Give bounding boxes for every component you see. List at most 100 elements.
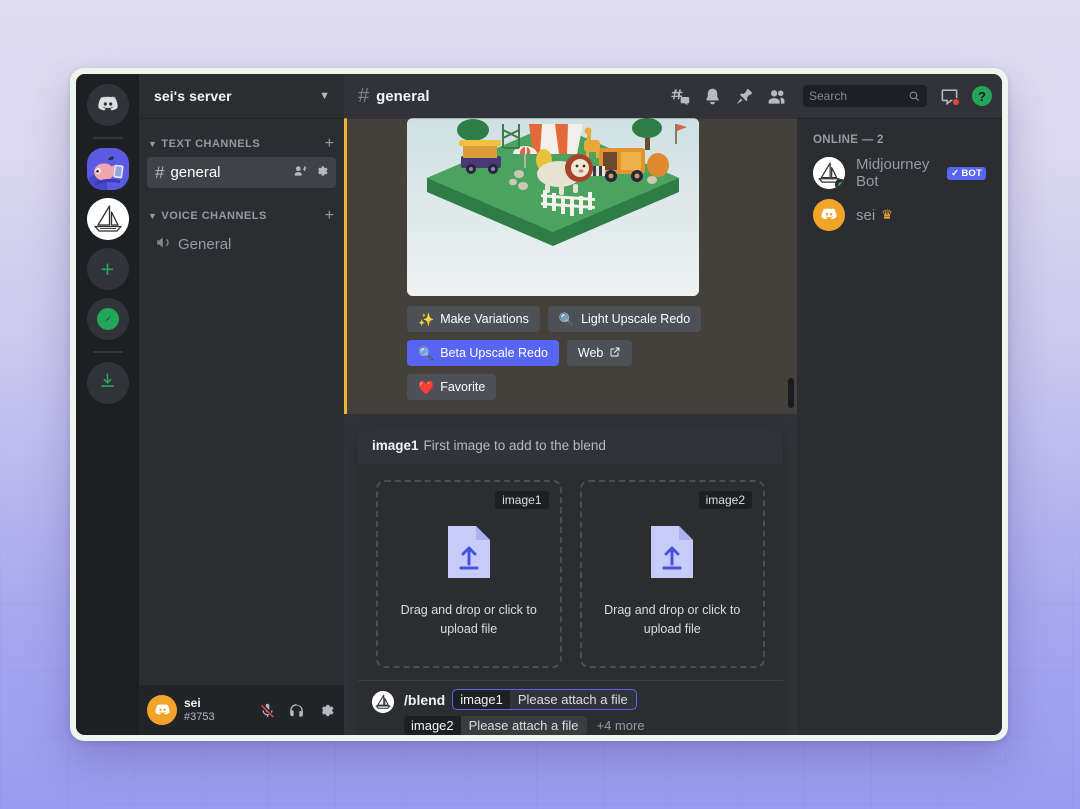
gear-icon xyxy=(317,702,334,719)
user-discriminator: #3753 xyxy=(184,711,247,724)
external-link-icon xyxy=(609,346,621,361)
sparkles-icon: ✨ xyxy=(418,313,434,326)
web-button[interactable]: Web xyxy=(567,340,632,366)
bot-avatar xyxy=(372,691,394,713)
edit-channel-icon[interactable] xyxy=(314,164,328,182)
rail-divider-2 xyxy=(93,351,123,353)
category-spacer xyxy=(139,189,344,204)
beta-upscale-redo-button[interactable]: 🔍 Beta Upscale Redo xyxy=(407,340,559,366)
sidebar-item-server-sei[interactable] xyxy=(87,148,129,190)
search-input[interactable]: Search xyxy=(803,85,927,107)
deafen-button[interactable] xyxy=(283,697,309,723)
avatar[interactable] xyxy=(147,695,177,725)
dropzone-image2[interactable]: image2 Drag and drop or click to upload … xyxy=(580,480,766,668)
topbar-actions: Search ? xyxy=(671,85,992,107)
username: sei xyxy=(184,697,247,711)
upload-dropzones: image1 Drag and drop or click to upload … xyxy=(358,464,783,680)
light-upscale-redo-button[interactable]: 🔍 Light Upscale Redo xyxy=(548,306,701,332)
magnifier-icon: 🔍 xyxy=(418,347,434,360)
midjourney-sailboat-icon xyxy=(87,198,129,240)
message-scrollbar[interactable] xyxy=(787,118,795,735)
scrollbar-thumb[interactable] xyxy=(788,378,794,408)
headphones-icon xyxy=(288,702,305,719)
compass-icon xyxy=(97,308,119,330)
bell-icon xyxy=(703,87,722,106)
search-placeholder: Search xyxy=(809,89,908,103)
channel-list: ▼ TEXT CHANNELS + # general xyxy=(139,118,344,685)
sidebar-item-explore[interactable] xyxy=(87,298,129,340)
user-settings-button[interactable] xyxy=(312,697,338,723)
avatar xyxy=(813,157,845,189)
sidebar-item-download[interactable] xyxy=(87,362,129,404)
create-invite-icon[interactable] xyxy=(293,164,307,182)
discord-logo-icon xyxy=(95,92,121,118)
sidebar-item-home[interactable] xyxy=(87,84,129,126)
dropzone-image1[interactable]: image1 Drag and drop or click to upload … xyxy=(376,480,562,668)
list-item[interactable]: sei ♛ xyxy=(805,194,994,236)
option-key: image2 xyxy=(404,716,461,735)
mute-microphone-button[interactable] xyxy=(254,697,280,723)
hash-icon: # xyxy=(358,85,369,108)
diorama-illustration xyxy=(407,118,699,296)
button-label: Light Upscale Redo xyxy=(581,312,690,326)
app-window-frame: + sei's server ▼ ▼ TEXT CHANNELS + xyxy=(70,68,1008,741)
page-title: general xyxy=(376,88,429,105)
inbox-unread-dot xyxy=(952,98,960,106)
member-list-button[interactable] xyxy=(767,87,786,106)
add-text-channel-button[interactable]: + xyxy=(325,136,334,152)
button-label: Favorite xyxy=(440,380,485,394)
command-suggestion-row[interactable]: /blend image1 Please attach a file image… xyxy=(358,680,783,735)
category-label: VOICE CHANNELS xyxy=(161,210,266,222)
hash-icon: # xyxy=(155,163,164,183)
channel-label: General xyxy=(178,236,328,253)
file-upload-icon xyxy=(649,524,695,585)
channel-title: # general xyxy=(358,85,671,108)
member-list-header: ONLINE — 2 xyxy=(797,134,1002,152)
category-voice-channels[interactable]: ▼ VOICE CHANNELS + xyxy=(139,204,344,228)
chevron-down-icon: ▼ xyxy=(148,139,157,149)
inbox-button[interactable] xyxy=(940,87,959,106)
sidebar-item-server-midjourney[interactable] xyxy=(87,198,129,240)
option-value: Please attach a file xyxy=(461,716,587,735)
threads-button[interactable] xyxy=(671,87,690,106)
command-option-description: image1First image to add to the blend xyxy=(358,427,783,464)
sidebar-item-add-server[interactable]: + xyxy=(87,248,129,290)
heart-icon: ❤️ xyxy=(418,381,434,394)
dropzone-tag: image2 xyxy=(699,491,752,509)
rail-divider xyxy=(93,137,123,139)
command-option-image1[interactable]: image1 Please attach a file xyxy=(453,690,636,709)
server-header-dropdown[interactable]: sei's server ▼ xyxy=(139,74,344,118)
list-item[interactable]: Midjourney Bot ✓BOT xyxy=(805,152,994,194)
sidebar-item-general-text[interactable]: # general xyxy=(147,157,336,188)
threads-icon xyxy=(671,87,690,106)
button-label: Beta Upscale Redo xyxy=(440,346,548,360)
main-content: # general Search xyxy=(344,74,1002,735)
sidebar-item-general-voice[interactable]: General xyxy=(147,229,336,260)
member-name: sei xyxy=(856,207,875,224)
dropzone-tag: image1 xyxy=(495,491,548,509)
help-button[interactable]: ? xyxy=(972,86,992,106)
option-description: First image to add to the blend xyxy=(424,438,606,453)
button-label: Web xyxy=(578,346,603,360)
dropzone-hint: Drag and drop or click to upload file xyxy=(602,601,742,637)
midjourney-action-buttons: ✨ Make Variations 🔍 Light Upscale Redo 🔍… xyxy=(407,296,707,400)
add-voice-channel-button[interactable]: + xyxy=(325,208,334,224)
message-attachment-image[interactable] xyxy=(407,118,699,296)
more-options-label: +4 more xyxy=(597,718,645,733)
favorite-button[interactable]: ❤️ Favorite xyxy=(407,374,496,400)
notification-settings-button[interactable] xyxy=(703,87,722,106)
category-text-channels[interactable]: ▼ TEXT CHANNELS + xyxy=(139,132,344,156)
channel-label: general xyxy=(170,164,287,181)
channel-sidebar: sei's server ▼ ▼ TEXT CHANNELS + # gener… xyxy=(139,74,344,735)
command-option-image2[interactable]: image2 Please attach a file xyxy=(404,716,587,735)
content-row: ✨ Make Variations 🔍 Light Upscale Redo 🔍… xyxy=(344,118,1002,735)
status-badge xyxy=(835,179,845,189)
people-icon xyxy=(767,87,786,106)
make-variations-button[interactable]: ✨ Make Variations xyxy=(407,306,540,332)
option-key: image1 xyxy=(453,690,510,709)
pinned-messages-button[interactable] xyxy=(735,87,754,106)
message-midjourney-result: ✨ Make Variations 🔍 Light Upscale Redo 🔍… xyxy=(344,118,797,414)
button-label: Make Variations xyxy=(440,312,529,326)
member-list: ONLINE — 2 Midjourney Bot xyxy=(797,118,1002,735)
message-scroll-area[interactable]: ✨ Make Variations 🔍 Light Upscale Redo 🔍… xyxy=(344,118,797,735)
